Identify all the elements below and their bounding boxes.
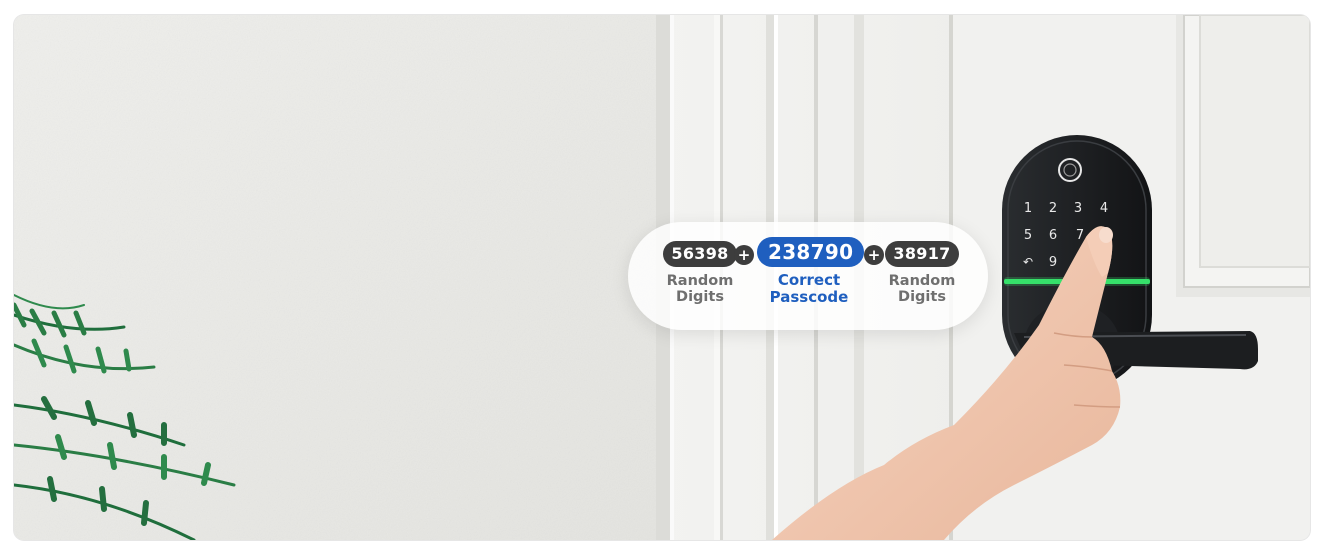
correct-passcode: 238790 Correct Passcode xyxy=(757,237,865,306)
caption: Random Digits xyxy=(648,273,752,305)
keypad-key: 3 xyxy=(1074,201,1082,216)
caption-line: Digits xyxy=(676,289,724,305)
caption-line: Passcode xyxy=(769,288,849,306)
plus-icon: + xyxy=(734,245,754,265)
passcode-badge: 238790 xyxy=(757,237,865,267)
caption: Random Digits xyxy=(870,273,974,305)
keypad-key: 1 xyxy=(1024,201,1032,216)
keypad-key: 4 xyxy=(1100,201,1108,216)
keypad-key: 9 xyxy=(1049,255,1057,270)
caption-line: Random xyxy=(888,273,956,289)
random-digits-right: 38917 Random Digits xyxy=(870,241,974,305)
keypad-key: 6 xyxy=(1049,228,1057,243)
caption: Correct Passcode xyxy=(757,272,861,306)
digits-badge: 38917 xyxy=(885,241,959,267)
back-icon: ↶ xyxy=(1023,255,1033,269)
caption-line: Digits xyxy=(898,289,946,305)
caption-line: Correct xyxy=(777,271,841,289)
keypad-key: 2 xyxy=(1049,201,1057,216)
product-banner-image: 1 2 3 4 5 6 7 9 ↶ 56398 Random Digits + … xyxy=(14,15,1310,540)
caption-line: Random xyxy=(666,273,734,289)
keypad-key: 5 xyxy=(1024,228,1032,243)
keypad-key: 7 xyxy=(1076,228,1084,243)
digits-badge: 56398 xyxy=(663,241,737,267)
